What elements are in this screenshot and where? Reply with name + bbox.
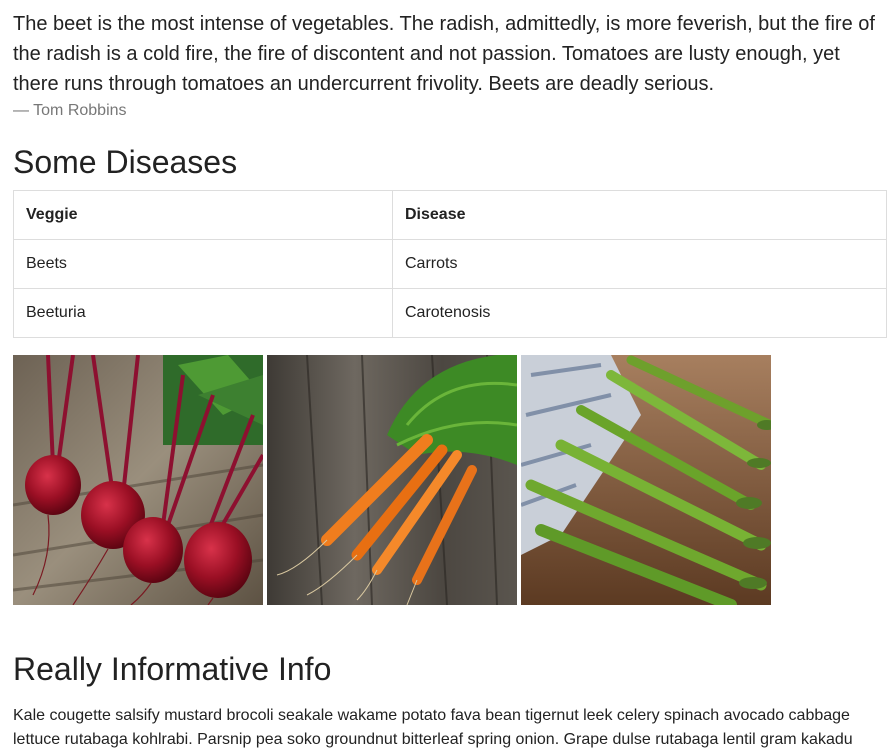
table-cell: Beets: [13, 239, 393, 289]
page-content: The beet is the most intense of vegetabl…: [0, 0, 896, 752]
beets-photo: [13, 355, 263, 605]
table-cell: Beeturia: [13, 288, 393, 338]
carrots-photo: [267, 355, 517, 605]
info-heading: Really Informative Info: [13, 651, 332, 687]
info-paragraph: Kale cougette salsify mustard brocoli se…: [13, 707, 853, 748]
table-cell: Carrots: [392, 239, 887, 289]
table-header-row: Veggie Disease: [13, 190, 887, 240]
diseases-table: Veggie Disease Beets Carrots Beeturia Ca…: [13, 190, 887, 338]
quote-text: The beet is the most intense of vegetabl…: [13, 13, 875, 95]
asparagus-photo: [521, 355, 771, 605]
quote-attribution: — Tom Robbins: [13, 102, 127, 119]
table-row: Beets Carrots: [13, 239, 887, 289]
column-header-veggie: Veggie: [13, 190, 393, 240]
diseases-heading: Some Diseases: [13, 144, 238, 180]
image-gallery: [13, 355, 887, 605]
quote-block: The beet is the most intense of vegetabl…: [13, 0, 887, 121]
table-row: Beeturia Carotenosis: [13, 288, 887, 338]
column-header-disease: Disease: [392, 190, 887, 240]
table-cell: Carotenosis: [392, 288, 887, 338]
